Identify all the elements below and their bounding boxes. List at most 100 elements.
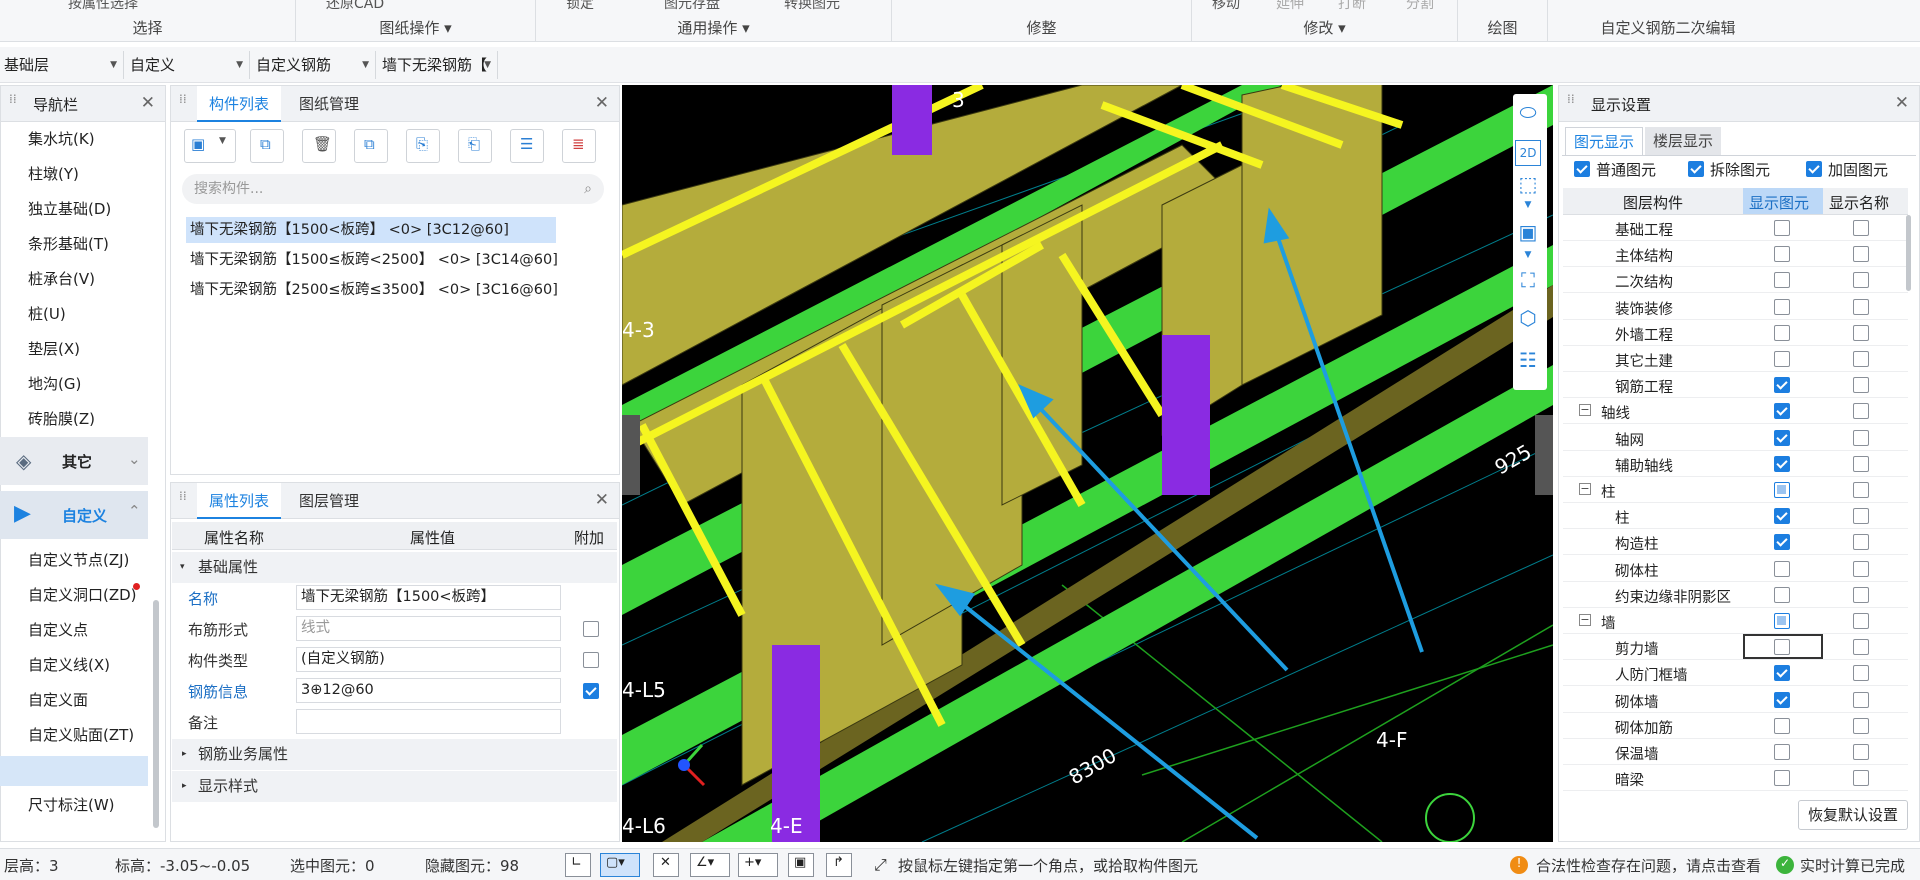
show-name-checkbox[interactable] bbox=[1853, 665, 1869, 682]
convert-element-button[interactable]: 转换图元 bbox=[784, 0, 840, 13]
close-icon[interactable]: ✕ bbox=[1895, 93, 1909, 113]
show-element-checkbox[interactable] bbox=[1774, 377, 1790, 394]
cube-outline-icon[interactable]: ⬡ bbox=[1515, 306, 1541, 332]
show-name-checkbox[interactable] bbox=[1853, 508, 1869, 525]
section-display-style[interactable]: ▸ 显示样式 bbox=[172, 771, 617, 802]
show-name-checkbox[interactable] bbox=[1853, 560, 1869, 577]
left-collapse-handle[interactable] bbox=[622, 415, 640, 495]
group-label[interactable]: 修改 ▾ bbox=[1192, 17, 1457, 38]
search-input[interactable]: 搜索构件... ⌕ bbox=[182, 174, 604, 204]
element-type-checkbox[interactable] bbox=[1688, 161, 1704, 177]
tab-element-display[interactable]: 图元显示 bbox=[1565, 127, 1644, 155]
show-name-checkbox[interactable] bbox=[1853, 351, 1869, 367]
nav-item[interactable]: 柱墩(Y) bbox=[28, 163, 79, 184]
drag-handle-icon[interactable]: ⁞⁞ bbox=[1567, 93, 1577, 113]
tab-layer-management[interactable]: 图层管理 bbox=[287, 483, 371, 519]
nav-item[interactable]: 桩承台(V) bbox=[28, 268, 95, 289]
nav-item[interactable]: 自定义贴面(ZT) bbox=[28, 724, 134, 745]
show-name-checkbox[interactable] bbox=[1853, 613, 1869, 629]
show-name-checkbox[interactable] bbox=[1853, 403, 1869, 420]
section-rebar-business[interactable]: ▸ 钢筋业务属性 bbox=[172, 739, 617, 770]
nav-item[interactable]: 自定义面 bbox=[28, 689, 88, 710]
show-element-checkbox[interactable] bbox=[1774, 744, 1790, 760]
show-element-checkbox[interactable] bbox=[1774, 482, 1790, 498]
show-element-checkbox[interactable] bbox=[1774, 298, 1790, 315]
tab-drawing-management[interactable]: 图纸管理 bbox=[287, 86, 371, 122]
show-name-checkbox[interactable] bbox=[1853, 324, 1869, 341]
show-element-checkbox[interactable] bbox=[1774, 613, 1790, 629]
2d-view-icon[interactable]: 2D bbox=[1515, 140, 1541, 166]
nav-item[interactable]: 桩(U) bbox=[28, 303, 66, 324]
show-element-checkbox[interactable] bbox=[1774, 717, 1790, 734]
show-name-checkbox[interactable] bbox=[1853, 639, 1869, 656]
new-component-button[interactable]: ▣ ▼ bbox=[184, 129, 236, 163]
show-name-checkbox[interactable] bbox=[1853, 246, 1869, 263]
snap-button[interactable]: ▢▾ bbox=[600, 853, 640, 877]
show-name-checkbox[interactable] bbox=[1853, 691, 1869, 708]
right-collapse-handle[interactable] bbox=[1535, 415, 1553, 495]
arc-button[interactable]: ↱ bbox=[826, 853, 852, 877]
nav-item[interactable]: 地沟(G) bbox=[28, 373, 81, 394]
show-name-checkbox[interactable] bbox=[1853, 455, 1869, 472]
section-basic[interactable]: ▾ 基础属性 bbox=[172, 552, 617, 583]
show-element-checkbox[interactable] bbox=[1774, 691, 1790, 708]
settings-list-icon[interactable]: ☷ bbox=[1515, 348, 1541, 374]
drag-handle-icon[interactable]: ⁞⁞ bbox=[179, 93, 189, 113]
angle-button[interactable]: ∠▾ bbox=[690, 853, 730, 877]
drag-handle-icon[interactable]: ⁞⁞ bbox=[9, 93, 19, 113]
nav-item[interactable]: 砖胎膜(Z) bbox=[28, 408, 95, 429]
show-element-checkbox[interactable] bbox=[1774, 351, 1790, 367]
show-name-checkbox[interactable] bbox=[1853, 534, 1869, 551]
property-value-input[interactable]: 线式 bbox=[296, 616, 561, 641]
category-other[interactable]: ◈ 其它 ⌄ bbox=[0, 437, 148, 485]
property-value-input[interactable] bbox=[296, 709, 561, 734]
floor-select[interactable]: 基础层 ▼ bbox=[0, 51, 124, 79]
show-element-checkbox[interactable] bbox=[1774, 403, 1790, 420]
column[interactable] bbox=[1162, 335, 1210, 495]
close-icon[interactable]: ✕ bbox=[595, 490, 609, 510]
ortho-button[interactable]: ∟ bbox=[565, 853, 591, 877]
element-type-checkbox[interactable] bbox=[1806, 161, 1822, 177]
tab-component-list[interactable]: 构件列表 bbox=[197, 86, 282, 122]
delete-button[interactable]: 🗑 bbox=[302, 129, 336, 163]
show-name-checkbox[interactable] bbox=[1853, 770, 1869, 787]
collapse-toggle-icon[interactable]: − bbox=[1579, 614, 1591, 626]
save-element-button[interactable]: 图元存盘 bbox=[664, 0, 720, 13]
nav-item[interactable]: 自定义洞口(ZD) bbox=[28, 584, 137, 605]
filter-button[interactable]: ☰ bbox=[510, 129, 544, 163]
drag-handle-icon[interactable]: ⁞⁞ bbox=[179, 490, 189, 510]
orbit-icon[interactable]: ⬭ bbox=[1515, 100, 1541, 126]
nav-item[interactable]: 自定义线(X) bbox=[28, 654, 110, 675]
offset-button[interactable]: +▾ bbox=[738, 853, 778, 877]
show-element-checkbox[interactable] bbox=[1774, 665, 1790, 682]
show-name-checkbox[interactable] bbox=[1853, 298, 1869, 315]
tab-property-list[interactable]: 属性列表 bbox=[197, 483, 282, 519]
copy-button[interactable]: ⧉ bbox=[250, 129, 284, 163]
extend-button[interactable]: 延伸 bbox=[1276, 0, 1304, 13]
component-item[interactable]: 墙下无梁钢筋【2500≤板跨≤3500】 <0> [3C16@60] bbox=[186, 277, 562, 303]
type-select[interactable]: 自定义钢筋 ▼ bbox=[252, 51, 376, 79]
show-name-checkbox[interactable] bbox=[1853, 482, 1869, 498]
split-button[interactable]: 分割 bbox=[1406, 0, 1434, 13]
attach-checkbox[interactable] bbox=[583, 621, 599, 637]
show-element-checkbox[interactable] bbox=[1774, 272, 1790, 289]
component-select[interactable]: 墙下无梁钢筋【 ▼ bbox=[378, 51, 498, 79]
col-header-show[interactable]: 显示图元 bbox=[1743, 188, 1823, 214]
attach-checkbox[interactable] bbox=[583, 652, 599, 668]
show-element-checkbox[interactable] bbox=[1774, 324, 1790, 341]
view-cube-icon[interactable]: ▣ bbox=[1515, 220, 1541, 246]
collapse-toggle-icon[interactable]: − bbox=[1579, 404, 1591, 417]
close-icon[interactable]: ✕ bbox=[595, 93, 609, 113]
show-element-checkbox[interactable] bbox=[1774, 220, 1790, 236]
attach-checkbox[interactable] bbox=[583, 683, 599, 699]
layer-scrollbar[interactable] bbox=[1906, 215, 1911, 291]
nav-item[interactable]: 自定义节点(ZJ) bbox=[28, 549, 129, 570]
nav-item[interactable]: 自定义点 bbox=[28, 619, 88, 640]
nav-item[interactable]: 条形基础(T) bbox=[28, 233, 109, 254]
show-element-checkbox[interactable] bbox=[1774, 246, 1790, 263]
column[interactable] bbox=[772, 645, 820, 842]
sort-button[interactable]: ≣ bbox=[562, 129, 596, 163]
show-name-checkbox[interactable] bbox=[1853, 744, 1869, 760]
property-value-input[interactable]: 3⊕12@60 bbox=[296, 678, 561, 703]
tab-floor-display[interactable]: 楼层显示 bbox=[1645, 127, 1722, 155]
